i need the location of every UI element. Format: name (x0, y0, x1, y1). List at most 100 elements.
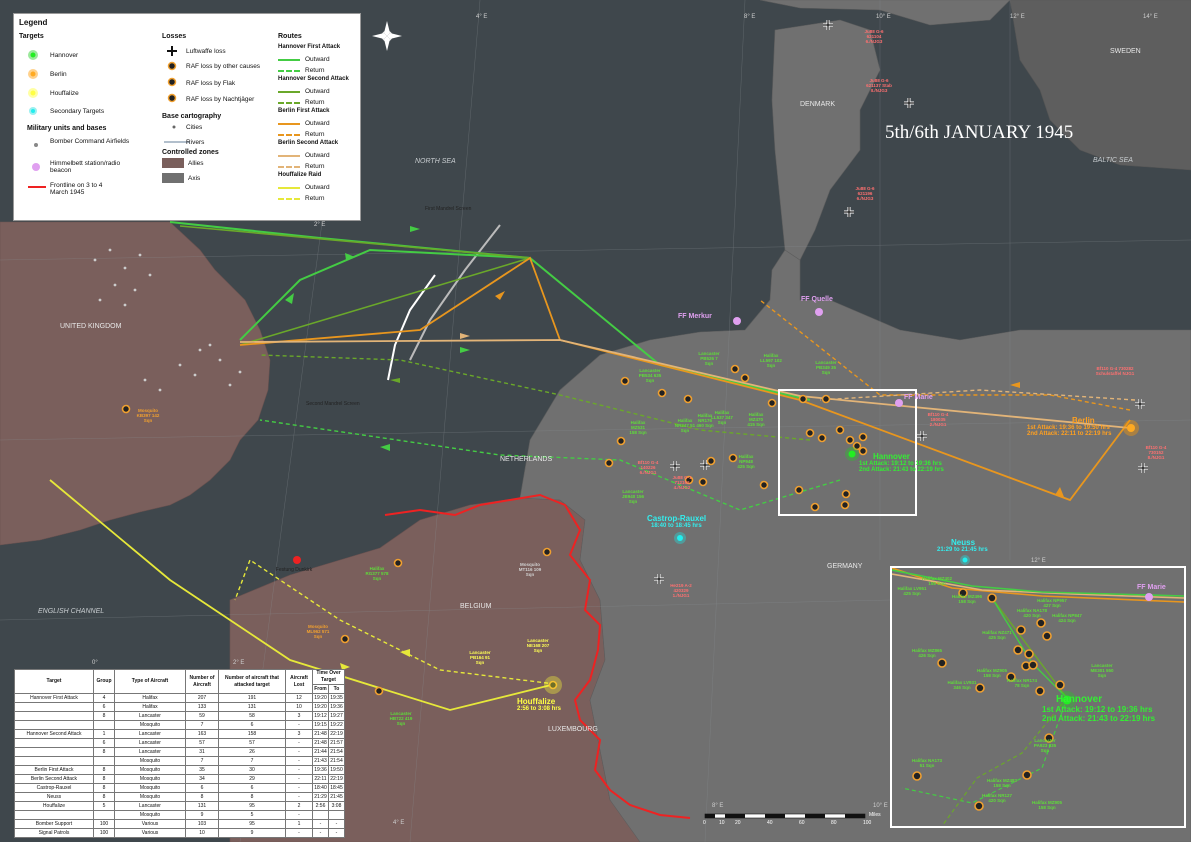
table-cell: Hannover Second Attack (14, 729, 94, 739)
table-cell: Mosquito (114, 756, 186, 766)
inset-loss-note: Halifax LV951 425 Sqn (897, 586, 927, 596)
scale-tick: 100 (863, 820, 872, 826)
legend-route-line-return (278, 166, 300, 168)
table-row: Bomber Support 100 Various 103 95 1- - (14, 819, 346, 829)
legend-airfields: Bomber Command Airfields (50, 138, 130, 145)
legend-route-group: Berlin Second Attack (278, 140, 339, 146)
table-cell: 191 (218, 693, 286, 703)
table-cell: - (327, 828, 346, 838)
table-cell: 8 (218, 792, 286, 802)
table-cell: 8 (185, 792, 219, 802)
table-cell: - (327, 819, 346, 829)
scale-unit: Miles (869, 812, 881, 818)
table-cell: 35 (185, 765, 219, 775)
table-cell: 8 (93, 765, 115, 775)
inset-loss-note: Halifax MZ905 158 Sqn (977, 668, 1008, 678)
table-header: Time Over Target (312, 669, 345, 685)
scale-graphic (704, 813, 866, 819)
table-cell: Mosquito (114, 783, 186, 793)
loss-note: Ju88 G-6 621104 6./NJG3 (864, 29, 884, 44)
hannover-label: Hannover 1st Attack: 19:12 to 19:36 hrs … (859, 452, 944, 473)
legend-target-hannover: Hannover (50, 52, 79, 59)
loss-note: Halifax MZ531 158 Sqn (629, 420, 647, 435)
loss-note: Bf110 G-4 730282 Schulstaffel NJG1 (1095, 366, 1135, 376)
table-row: Berlin Second Attack 8 Mosquito 34 29-22:11 2… (14, 774, 346, 784)
table-cell: 21:44 (312, 747, 329, 757)
table-header: Type of Aircraft (114, 669, 186, 694)
table-cell (327, 810, 346, 820)
table-cell: 207 (185, 693, 219, 703)
scale-tick: 20 (735, 820, 741, 826)
table-subheader: From (312, 684, 329, 694)
map-title: 5th/6th JANUARY 1945 (885, 122, 1074, 143)
loss-note: Ju88 G-1 712162 4./NJG2 (672, 475, 692, 490)
legend-loss-flak: RAF loss by Flak (186, 80, 236, 87)
table-cell (312, 810, 329, 820)
neuss-label: Neuss 21:29 to 21:45 hrs (937, 538, 988, 553)
inset-loss-note: Halifax NR127 420 Sqn (982, 793, 1013, 803)
legend-cities: Cities (186, 124, 203, 131)
inset-loss-note: Halifax NZ471 425 Sqn (982, 630, 1012, 640)
legend-axis: Axis (188, 175, 201, 182)
table-cell: 30 (218, 765, 286, 775)
sea-label-north: NORTH SEA (415, 158, 456, 165)
table-cell (93, 756, 115, 766)
table-cell: 9 (185, 810, 219, 820)
grid-label: 10° E (873, 803, 888, 809)
legend-panel: Legend Targets Hannover Berlin Houffaliz… (13, 13, 361, 221)
table-cell: Signal Patrols (14, 828, 94, 838)
loss-note: Mosquito KB397 142 Sqn (136, 408, 160, 423)
table-subheader: To (327, 684, 346, 694)
country-label-uk: UNITED KINGDOM (60, 323, 122, 330)
country-label-germany: GERMANY (827, 563, 863, 570)
table-cell (14, 738, 94, 748)
table-header: Number of aircraft that attacked target (218, 669, 286, 694)
table-cell: - (285, 810, 313, 820)
table-cell: 22:19 (327, 729, 346, 739)
legend-military-heading: Military units and bases (27, 125, 107, 132)
table-cell: 1 (285, 819, 313, 829)
legend-allies: Allies (188, 160, 204, 167)
legend-route-return: Return (305, 99, 325, 106)
legend-base-heading: Base cartography (162, 113, 222, 120)
legend-route-outward: Outward (305, 120, 330, 127)
table-row: Hannover First Attack 4 Halifax 207 191 12 19:… (14, 693, 346, 703)
legend-axis-swatch (162, 173, 184, 183)
table-cell: - (285, 738, 313, 748)
table-header: Target (14, 669, 94, 694)
grid-label: 4° E (476, 14, 488, 20)
table-cell: 1 (93, 729, 115, 739)
loss-note: Halifax LL597 102 Sqn (760, 353, 782, 368)
scale-bar: Miles 0 10 20 40 60 80 100 (703, 812, 883, 832)
legend-route-line-outward (278, 59, 300, 61)
table-cell: 163 (185, 729, 219, 739)
table-cell: 57 (218, 738, 286, 748)
legend-target-berlin: Berlin (50, 71, 67, 78)
table-cell: - (312, 819, 329, 829)
country-label-sweden: SWEDEN (1110, 48, 1141, 55)
scale-tick: 40 (767, 820, 773, 826)
table-row: Houffalize 5 Lancaster 131 95 2 2:56 3:08 (14, 801, 346, 811)
table-cell: - (285, 783, 313, 793)
first-mandrel-label: First Mandrel Screen (425, 206, 472, 212)
legend-target-houffalize: Houffalize (50, 90, 79, 97)
table-cell: 158 (218, 729, 286, 739)
table-cell: Lancaster (114, 711, 186, 721)
table-cell: 7 (185, 756, 219, 766)
loss-note: Lancaster PB526 7 Sqn (698, 351, 720, 366)
table-cell: 19:15 (312, 720, 329, 730)
grid-label: 12° E (1031, 558, 1046, 564)
grid-label: 2° E (314, 222, 326, 228)
inset-loss-note: Halifax NA178 420 Sqn (1017, 608, 1048, 618)
table-cell: - (285, 792, 313, 802)
country-label-netherlands: NETHERLANDS (500, 456, 553, 463)
legend-loss-luftwaffe: Luftwaffe loss (186, 48, 226, 55)
houffalize-label: Houffalize 2:56 to 3:08 hrs (517, 697, 562, 712)
table-cell: 100 (93, 819, 115, 829)
legend-route-return: Return (305, 195, 325, 202)
grid-label: 12° E (1010, 14, 1025, 20)
legend-loss-other: RAF loss by other causes (186, 63, 261, 70)
legend-routes-heading: Routes (278, 33, 302, 40)
table-cell: Bomber Support (14, 819, 94, 829)
legend-beacon: Himmelbett station/radio beacon (50, 160, 121, 174)
